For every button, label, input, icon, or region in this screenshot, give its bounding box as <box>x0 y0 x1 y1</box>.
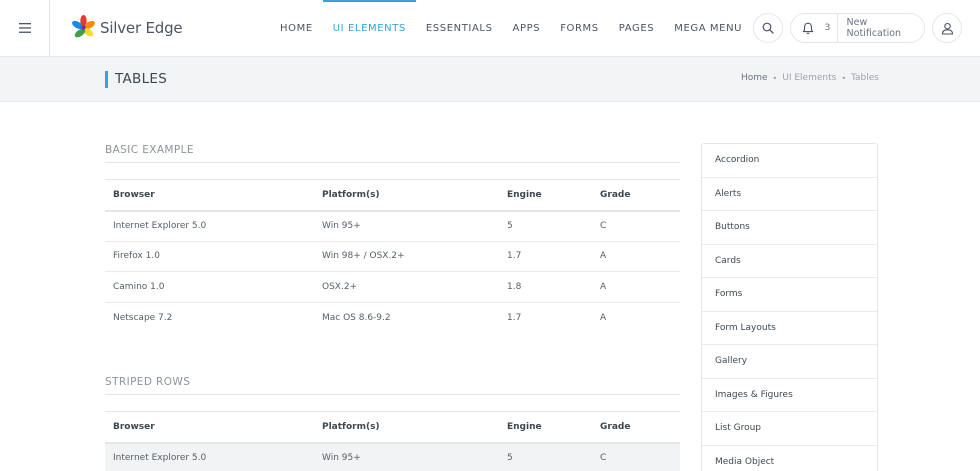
search-button[interactable] <box>753 13 783 43</box>
flower-logo-icon <box>72 15 95 38</box>
cell-engine: 1.8 <box>499 271 592 303</box>
cell-platform: Win 95+ <box>314 442 499 471</box>
brand-name: Silver Edge <box>100 18 183 37</box>
list-item-forms[interactable]: Forms <box>702 278 877 312</box>
column-header-grade[interactable]: Grade <box>592 179 680 212</box>
cell-engine: 5 <box>499 210 592 242</box>
user-account-button[interactable] <box>932 13 962 43</box>
cell-browser: Firefox 1.0 <box>105 241 314 272</box>
top-navbar: Silver Edge HOME UI ELEMENTS ESSENTIALS … <box>0 0 980 57</box>
table-header-row: Browser Platform(s) Engine Grade <box>105 411 680 444</box>
cell-grade: A <box>592 271 680 303</box>
column-header-engine[interactable]: Engine <box>499 411 592 444</box>
hamburger-menu-button[interactable] <box>0 0 50 56</box>
cell-grade: A <box>600 312 607 323</box>
table-row: Camino 1.0 OSX.2+ 1.8 A <box>105 271 680 303</box>
brand-logo[interactable]: Silver Edge <box>71 15 183 40</box>
list-item-list-group[interactable]: List Group <box>702 412 877 446</box>
table-header-row: Browser Platform(s) Engine Grade <box>105 179 680 212</box>
components-list-group: Accordion Alerts Buttons Cards Forms For… <box>701 143 878 471</box>
notification-button[interactable]: 3 New Notification <box>790 13 925 43</box>
cell-browser: Internet Explorer 5.0 <box>105 442 314 471</box>
breadcrumb-ui-elements[interactable]: UI Elements <box>782 73 836 83</box>
list-item-form-layouts[interactable]: Form Layouts <box>702 312 877 345</box>
page-header: TABLES Home • UI Elements • Tables <box>0 57 980 102</box>
notification-label: New Notification <box>846 17 902 39</box>
nav-item-forms[interactable]: FORMS <box>550 0 609 56</box>
user-icon <box>941 22 953 35</box>
notification-count: 3 <box>824 23 831 33</box>
nav-item-essentials[interactable]: ESSENTIALS <box>416 0 503 56</box>
nav-item-mega-menu[interactable]: MEGA MENU <box>664 0 752 56</box>
hamburger-icon <box>18 23 31 33</box>
column-header-browser[interactable]: Browser <box>105 411 314 444</box>
list-item-images-figures[interactable]: Images & Figures <box>702 379 877 412</box>
cell-grade: A <box>592 241 680 272</box>
cell-engine: 1.7 <box>507 312 522 323</box>
nav-item-pages[interactable]: PAGES <box>609 0 664 56</box>
list-item-media-object[interactable]: Media Object <box>702 446 877 471</box>
table-row: Firefox 1.0 Win 98+ / OSX.2+ 1.7 A <box>105 241 680 272</box>
cell-platform: OSX.2+ <box>314 271 499 303</box>
breadcrumb-home[interactable]: Home <box>741 73 768 83</box>
striped-rows-heading: STRIPED ROWS <box>105 376 680 395</box>
breadcrumb-separator: • <box>772 73 778 83</box>
cell-platform: Win 95+ <box>314 210 499 242</box>
list-item-buttons[interactable]: Buttons <box>702 211 877 245</box>
nav-item-home[interactable]: HOME <box>270 0 323 56</box>
column-header-platform[interactable]: Platform(s) <box>314 411 499 444</box>
cell-platform: Mac OS 8.6-9.2 <box>322 312 391 323</box>
cell-grade: C <box>592 210 680 242</box>
cell-engine: 5 <box>499 442 592 471</box>
nav-item-apps[interactable]: APPS <box>503 0 551 56</box>
breadcrumb-separator: • <box>841 73 847 83</box>
cell-browser: Camino 1.0 <box>105 271 314 303</box>
cell-engine: 1.7 <box>499 241 592 272</box>
table-row: Internet Explorer 5.0 Win 95+ 5 C <box>105 442 680 471</box>
page-title: TABLES <box>105 71 167 88</box>
table-row: Netscape 7.2 Mac OS 8.6-9.2 1.7 A <box>105 302 680 333</box>
breadcrumb: Home • UI Elements • Tables <box>741 73 879 83</box>
cell-browser: Internet Explorer 5.0 <box>105 210 314 242</box>
list-item-gallery[interactable]: Gallery <box>702 345 877 379</box>
basic-example-table: Browser Platform(s) Engine Grade Interne… <box>105 179 680 333</box>
column-header-grade[interactable]: Grade <box>592 411 680 444</box>
column-header-browser[interactable]: Browser <box>105 179 314 212</box>
cell-browser: Netscape 7.2 <box>113 312 173 323</box>
search-icon <box>762 22 774 34</box>
table-row: Internet Explorer 5.0 Win 95+ 5 C <box>105 210 680 242</box>
breadcrumb-current: Tables <box>851 73 879 83</box>
list-item-alerts[interactable]: Alerts <box>702 178 877 211</box>
basic-example-heading: BASIC EXAMPLE <box>105 144 680 163</box>
list-item-accordion[interactable]: Accordion <box>702 144 877 178</box>
main-nav: HOME UI ELEMENTS ESSENTIALS APPS FORMS P… <box>270 0 752 56</box>
cell-grade: C <box>592 442 680 471</box>
column-header-platform[interactable]: Platform(s) <box>314 179 499 212</box>
striped-rows-table: Browser Platform(s) Engine Grade Interne… <box>105 411 680 471</box>
cell-platform: Win 98+ / OSX.2+ <box>314 241 499 272</box>
list-item-cards[interactable]: Cards <box>702 245 877 278</box>
nav-item-ui-elements[interactable]: UI ELEMENTS <box>322 0 417 56</box>
column-header-engine[interactable]: Engine <box>499 179 592 212</box>
bell-icon <box>791 22 825 35</box>
